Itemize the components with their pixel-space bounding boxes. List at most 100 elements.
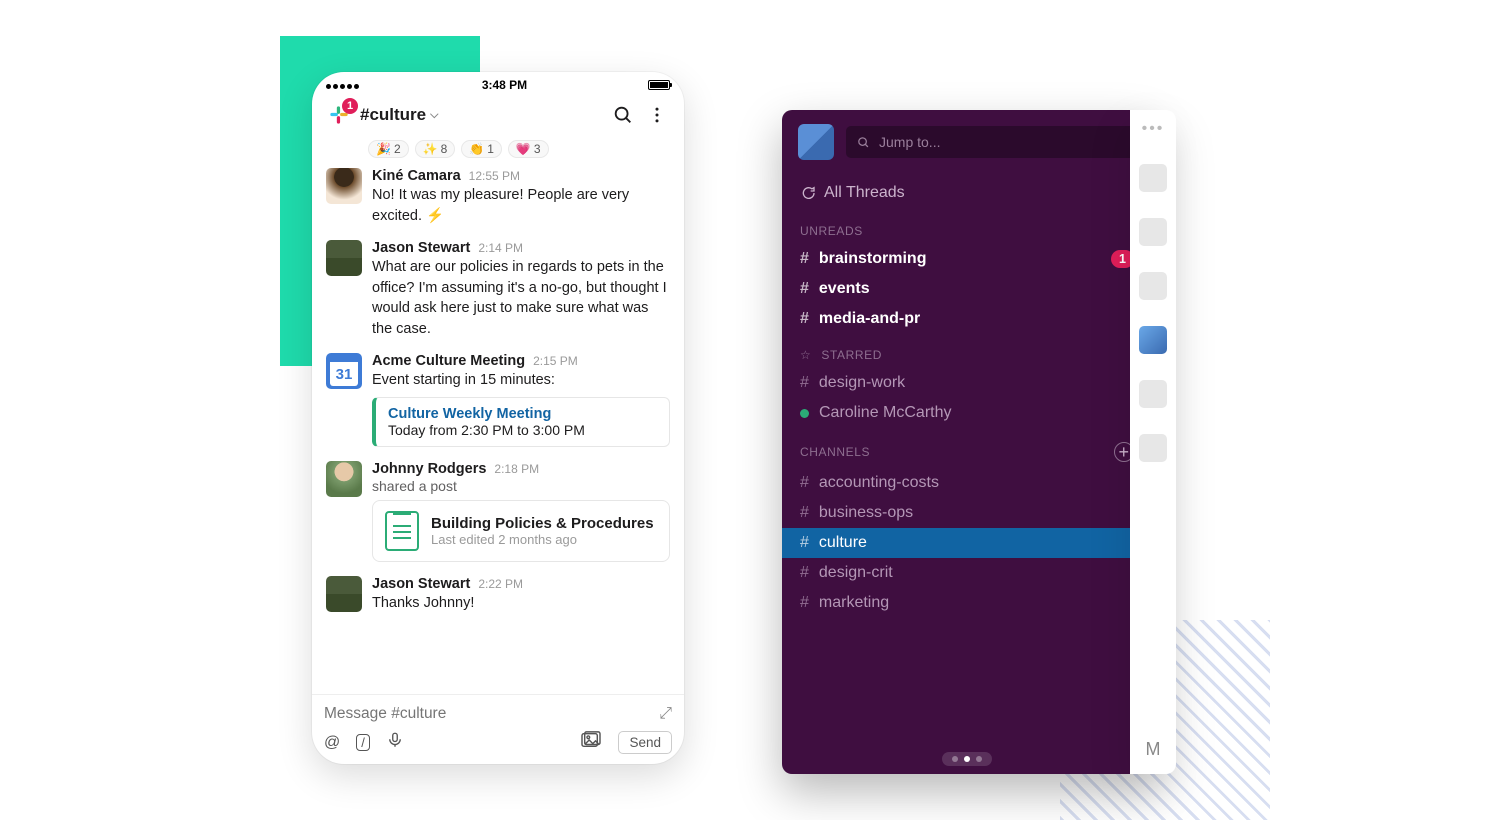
image-icon[interactable] [580,731,602,754]
hash-icon: # [800,250,809,268]
signal-dots-icon [326,78,361,92]
hash-icon: # [800,280,809,298]
reaction-pill[interactable]: 💗3 [508,140,549,158]
channel-item-marketing[interactable]: #marketing [782,588,1152,618]
channel-title-button[interactable]: #culture ⌵ [360,105,438,125]
microphone-icon[interactable] [386,731,404,754]
channel-header: 1 #culture ⌵ [312,94,684,140]
slash-command-icon[interactable]: / [356,734,370,751]
section-header-starred: ☆ STARRED [782,334,1152,368]
message-item[interactable]: 31 Acme Culture Meeting 2:15 PM Event sta… [326,353,670,447]
message-subtext: shared a post [372,478,670,494]
hash-icon: # [800,564,809,582]
jump-to-input[interactable]: Jump to... [846,126,1136,158]
slack-logo-icon[interactable]: 1 [326,102,352,128]
message-text: Event starting in 15 minutes: [372,370,670,391]
mention-icon[interactable]: @ [324,734,340,752]
reaction-pill[interactable]: ✨8 [415,140,456,158]
page-indicator[interactable] [942,752,992,766]
jump-to-placeholder: Jump to... [879,134,940,150]
hash-icon: # [800,474,809,492]
chevron-down-icon: ⌵ [430,109,438,122]
message-author: Kiné Camara [372,168,461,184]
document-icon [385,511,419,551]
reaction-bar: 🎉2 ✨8 👏1 💗3 [312,140,684,168]
avatar[interactable] [326,240,362,276]
avatar [1139,272,1167,300]
avatar [1139,164,1167,192]
channel-item-events[interactable]: # events [782,274,1152,304]
reaction-pill[interactable]: 🎉2 [368,140,409,158]
reaction-pill[interactable]: 👏1 [461,140,502,158]
section-header-unreads: UNREADS [782,210,1152,244]
event-time-range: Today from 2:30 PM to 3:00 PM [388,422,657,438]
file-title: Building Policies & Procedures [431,515,654,532]
message-text: No! It was my pleasure! People are very … [372,185,670,226]
avatar[interactable] [326,168,362,204]
message-item[interactable]: Jason Stewart 2:22 PM Thanks Johnny! [326,576,670,614]
star-icon: ☆ [800,348,811,362]
channel-item-design-crit[interactable]: #design-crit [782,558,1152,588]
slack-mobile-channel-view: 3:48 PM 1 #culture ⌵ 🎉2 ✨8 👏1 💗3 Kiné Ca… [312,72,684,764]
hash-icon: # [800,594,809,612]
hash-icon: # [800,534,809,552]
message-author: Acme Culture Meeting [372,353,525,369]
channel-item-brainstorming[interactable]: # brainstorming 1 [782,244,1152,274]
hash-icon: # [800,310,809,328]
dm-item-caroline[interactable]: Caroline McCarthy [782,398,1152,428]
avatar [1139,218,1167,246]
avatar[interactable] [326,461,362,497]
more-menu-icon: ••• [1142,120,1165,138]
message-time: 2:18 PM [494,462,539,476]
message-list[interactable]: Kiné Camara 12:55 PM No! It was my pleasu… [312,168,684,694]
message-time: 12:55 PM [469,169,520,183]
expand-icon[interactable]: ⤢ [659,705,672,723]
message-item[interactable]: Johnny Rodgers 2:18 PM shared a post Buil… [326,461,670,562]
message-author: Jason Stewart [372,576,470,592]
message-author: Jason Stewart [372,240,470,256]
search-icon [856,135,871,150]
threads-icon [800,185,816,201]
hash-icon: # [800,504,809,522]
message-author: Johnny Rodgers [372,461,486,477]
all-threads-item[interactable]: All Threads [782,174,1152,210]
channel-item-media-and-pr[interactable]: # media-and-pr [782,304,1152,334]
avatar[interactable] [326,576,362,612]
channel-item-culture[interactable]: #culture [782,528,1152,558]
message-item[interactable]: Kiné Camara 12:55 PM No! It was my pleasu… [326,168,670,226]
calendar-event-card[interactable]: Culture Weekly Meeting Today from 2:30 P… [372,397,670,447]
message-time: 2:22 PM [478,577,523,591]
avatar [1139,434,1167,462]
message-time: 2:15 PM [533,354,578,368]
avatar [1139,326,1167,354]
shared-file-card[interactable]: Building Policies & Procedures Last edit… [372,500,670,562]
battery-icon [648,80,670,90]
message-item[interactable]: Jason Stewart 2:14 PM What are our polici… [326,240,670,339]
statusbar-time: 3:48 PM [482,78,527,92]
ios-statusbar: 3:48 PM [312,72,684,94]
presence-active-icon [800,409,809,418]
search-icon[interactable] [610,102,636,128]
message-time: 2:14 PM [478,241,523,255]
send-button[interactable]: Send [618,731,672,754]
composer-input[interactable] [324,701,659,727]
section-header-channels: CHANNELS + [782,428,1152,468]
channel-item-accounting-costs[interactable]: #accounting-costs [782,468,1152,498]
message-composer: ⤢ @ / Send [312,694,684,764]
channel-item-design-work[interactable]: # design-work [782,368,1152,398]
peek-initial: M [1146,739,1161,774]
avatar [1139,380,1167,408]
more-menu-icon[interactable] [644,102,670,128]
event-title: Culture Weekly Meeting [388,406,657,422]
file-subtitle: Last edited 2 months ago [431,532,654,547]
message-text: What are our policies in regards to pets… [372,257,670,339]
channel-item-business-ops[interactable]: #business-ops [782,498,1152,528]
message-text: Thanks Johnny! [372,593,670,614]
calendar-app-icon[interactable]: 31 [326,353,362,389]
background-channel-peek: ••• M [1130,110,1176,774]
notification-badge: 1 [342,98,358,114]
channel-name: #culture [360,105,426,125]
hash-icon: # [800,374,809,392]
workspace-icon[interactable] [798,124,834,160]
slack-mobile-sidebar: Jump to... All Threads UNREADS # brainst… [782,110,1152,774]
